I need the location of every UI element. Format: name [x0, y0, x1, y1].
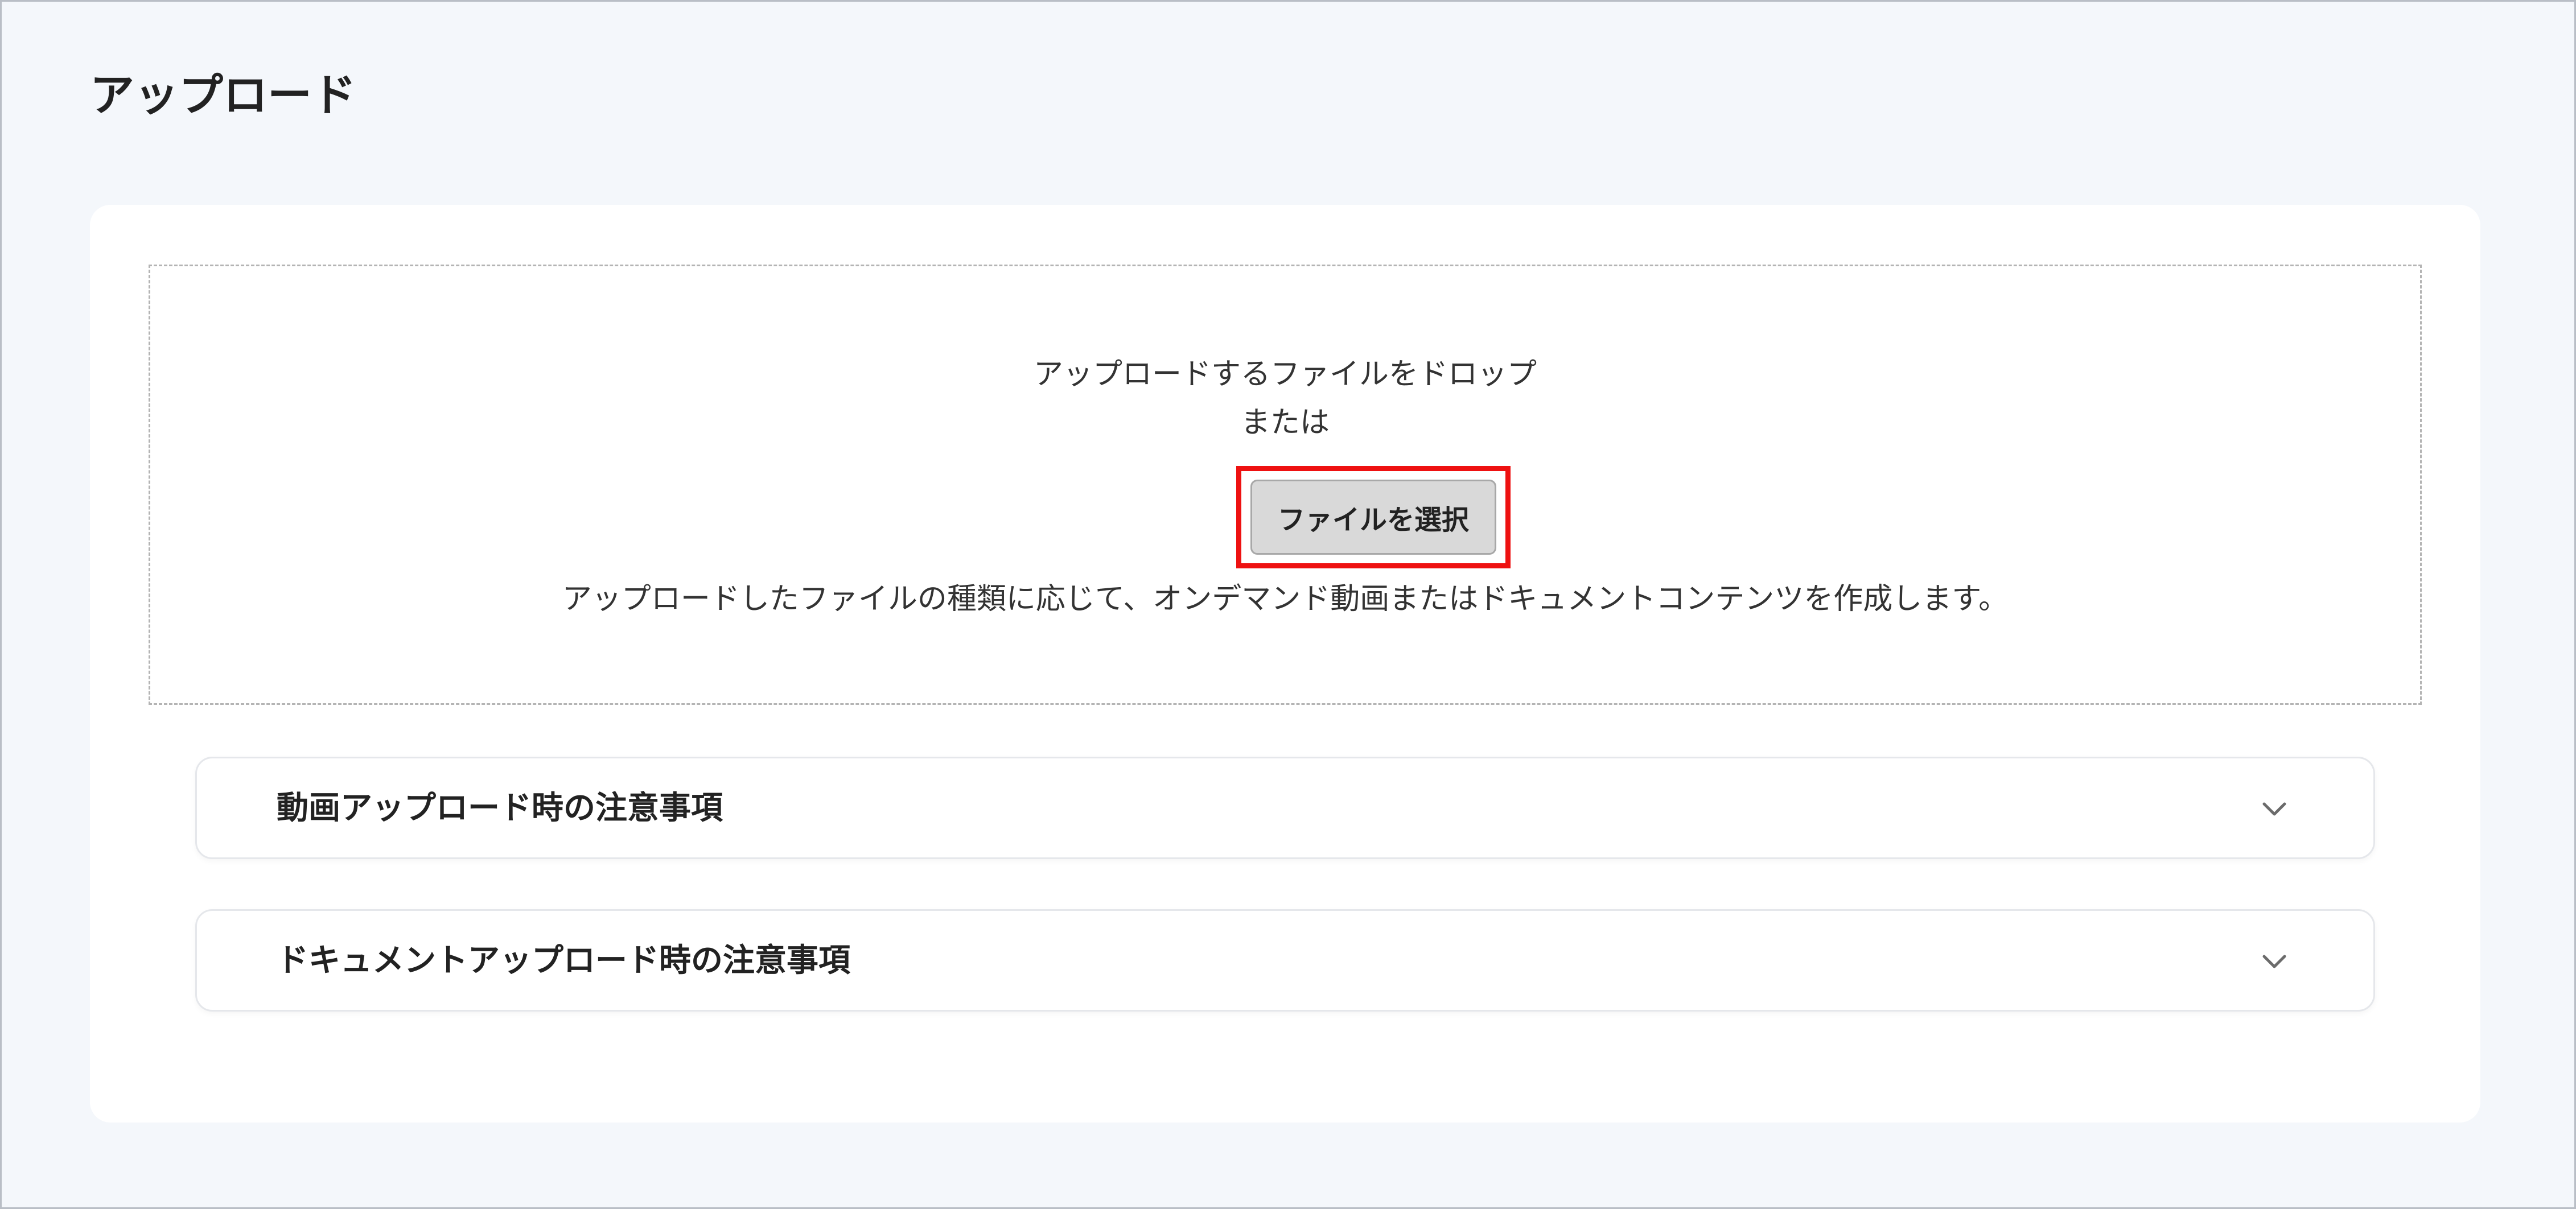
select-file-button[interactable]: ファイルを選択 — [1250, 480, 1496, 555]
file-dropzone[interactable]: アップロードするファイルをドロップ または ファイルを選択 アップロードしたファ… — [149, 265, 2422, 705]
chevron-down-icon — [2261, 797, 2288, 822]
accordion-label: 動画アップロード時の注意事項 — [277, 790, 723, 827]
accordion-document-upload-notes[interactable]: ドキュメントアップロード時の注意事項 — [195, 909, 2375, 1012]
upload-card: アップロードするファイルをドロップ または ファイルを選択 アップロードしたファ… — [90, 205, 2480, 1123]
accordion-label: ドキュメントアップロード時の注意事項 — [277, 942, 850, 979]
page-title: アップロード — [90, 70, 357, 121]
accordion-video-upload-notes[interactable]: 動画アップロード時の注意事項 — [195, 757, 2375, 859]
upload-description: アップロードしたファイルの種類に応じて、オンデマンド動画またはドキュメントコンテ… — [562, 582, 2009, 616]
app-window: アップロード アップロードするファイルをドロップ または ファイルを選択 アップ… — [0, 0, 2576, 1209]
chevron-down-icon — [2261, 950, 2288, 975]
drop-instruction: アップロードするファイルをドロップ — [1033, 357, 1537, 391]
or-text: または — [1240, 406, 1330, 440]
